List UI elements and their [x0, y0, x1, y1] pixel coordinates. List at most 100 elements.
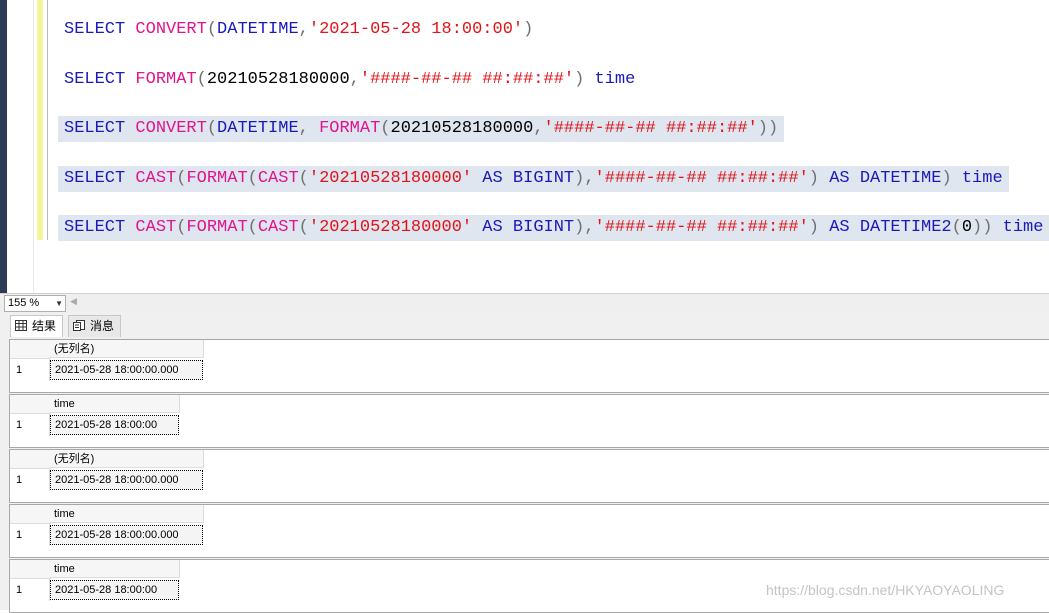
- grid-corner[interactable]: [10, 505, 51, 524]
- code-token: SELECT: [64, 70, 136, 89]
- code-token: '####-##-## ##:##:##': [359, 70, 575, 89]
- code-token: SELECT: [64, 119, 136, 138]
- code-token: AS: [829, 169, 860, 188]
- code-token: CONVERT: [135, 119, 207, 138]
- grid-corner[interactable]: [10, 395, 51, 414]
- code-token: time: [594, 70, 636, 89]
- code-token: )): [757, 119, 779, 138]
- code-token: DATETIME: [217, 119, 299, 138]
- row-number[interactable]: 1: [10, 469, 50, 491]
- result-grid-1[interactable]: (无列名) 1 2021-05-28 18:00:00.000: [9, 339, 1049, 393]
- code-token: (: [247, 169, 258, 188]
- code-token: SELECT: [64, 218, 136, 237]
- code-token: )): [972, 218, 1003, 237]
- code-line[interactable]: SELECT CONVERT(DATETIME,'2021-05-28 18:0…: [58, 17, 539, 43]
- code-token: 20210528180000: [390, 119, 534, 138]
- code-token: (: [176, 218, 187, 237]
- result-cell[interactable]: 2021-05-28 18:00:00: [50, 415, 179, 435]
- code-token: (: [206, 119, 218, 138]
- result-grid-4[interactable]: time 1 2021-05-28 18:00:00.000: [9, 504, 1049, 558]
- code-token: AS: [829, 218, 860, 237]
- column-header[interactable]: (无列名): [50, 450, 204, 468]
- code-token: ): [574, 70, 595, 89]
- result-cell[interactable]: 2021-05-28 18:00:00: [50, 580, 179, 600]
- code-token: DATETIME: [859, 169, 942, 188]
- code-token: AS: [472, 218, 513, 237]
- row-number[interactable]: 1: [10, 524, 50, 546]
- column-header[interactable]: (无列名): [50, 340, 204, 358]
- code-token: ,: [298, 119, 320, 138]
- grid-corner[interactable]: [10, 450, 51, 469]
- code-token: FORMAT: [135, 70, 197, 89]
- code-token: (: [206, 20, 218, 39]
- code-token: CAST: [257, 169, 299, 188]
- row-number[interactable]: 1: [10, 579, 50, 601]
- result-cell[interactable]: 2021-05-28 18:00:00.000: [50, 525, 203, 545]
- code-token: ),: [574, 218, 595, 237]
- code-token: (: [196, 70, 207, 89]
- code-token: 20210528180000: [206, 70, 350, 89]
- grid-icon: [15, 320, 27, 332]
- code-token: SELECT: [64, 169, 136, 188]
- zoom-select[interactable]: 155 % ▼: [4, 295, 66, 312]
- code-token: CAST: [257, 218, 299, 237]
- code-token: CAST: [135, 169, 177, 188]
- code-token: (: [951, 218, 962, 237]
- code-token: ,: [533, 119, 544, 138]
- code-token: CAST: [135, 218, 177, 237]
- result-cell[interactable]: 2021-05-28 18:00:00.000: [50, 470, 203, 490]
- outline-line: [47, 0, 48, 240]
- code-token: 0: [961, 218, 973, 237]
- code-token: ): [941, 169, 962, 188]
- code-token: FORMAT: [186, 218, 248, 237]
- code-token: BIGINT: [512, 218, 575, 237]
- chevron-down-icon[interactable]: ▼: [55, 296, 63, 311]
- code-token: ): [523, 20, 534, 39]
- code-token: ),: [574, 169, 595, 188]
- code-token: '####-##-## ##:##:##': [543, 119, 758, 138]
- code-token: SELECT: [64, 20, 136, 39]
- code-line[interactable]: SELECT CONVERT(DATETIME, FORMAT(20210528…: [58, 116, 785, 142]
- code-token: ,: [349, 70, 360, 89]
- grid-corner[interactable]: [10, 340, 51, 359]
- column-header[interactable]: time: [50, 505, 204, 523]
- tab-messages[interactable]: 消息: [68, 315, 122, 337]
- results-pane: (无列名) 1 2021-05-28 18:00:00.000 time 1 2…: [0, 337, 1049, 613]
- editor-left-strip: [0, 0, 7, 293]
- code-token: ): [808, 169, 830, 188]
- result-cell[interactable]: 2021-05-28 18:00:00.000: [50, 360, 203, 380]
- code-line[interactable]: SELECT CAST(FORMAT(CAST('20210528180000'…: [58, 166, 1009, 192]
- code-token: ): [808, 218, 830, 237]
- code-token: FORMAT: [319, 119, 381, 138]
- tab-results[interactable]: 结果: [10, 315, 64, 338]
- code-token: (: [380, 119, 391, 138]
- query-editor[interactable]: SELECT CONVERT(DATETIME,'2021-05-28 18:0…: [0, 0, 1049, 293]
- code-line[interactable]: SELECT CAST(FORMAT(CAST('20210528180000'…: [58, 215, 1049, 241]
- code-token: '20210528180000': [308, 218, 473, 237]
- results-tab-strip: 结果 消息: [0, 312, 1049, 338]
- code-token: (: [247, 218, 258, 237]
- code-token: '20210528180000': [308, 169, 473, 188]
- editor-margin: [7, 0, 34, 293]
- zoom-value: 155 %: [8, 297, 40, 309]
- code-token: '2021-05-28 18:00:00': [308, 20, 524, 39]
- code-line[interactable]: SELECT FORMAT(20210528180000,'####-##-##…: [58, 67, 641, 93]
- result-grid-2[interactable]: time 1 2021-05-28 18:00:00: [9, 394, 1049, 448]
- code-token: DATETIME2: [859, 218, 952, 237]
- code-token: FORMAT: [186, 169, 248, 188]
- scroll-left-icon[interactable]: ◀: [70, 296, 77, 307]
- message-icon: [73, 320, 85, 332]
- result-grid-3[interactable]: (无列名) 1 2021-05-28 18:00:00.000: [9, 449, 1049, 503]
- column-header[interactable]: time: [50, 395, 180, 413]
- code-token: (: [298, 169, 309, 188]
- editor-status-bar: 155 % ▼ ◀: [0, 293, 1049, 313]
- code-token: BIGINT: [512, 169, 575, 188]
- column-header[interactable]: time: [50, 560, 180, 578]
- grid-corner[interactable]: [10, 560, 51, 579]
- code-token: CONVERT: [135, 20, 207, 39]
- code-token: ,: [298, 20, 309, 39]
- change-tracking-bar: [37, 0, 43, 240]
- watermark-text: https://blog.csdn.net/HKYAOYAOLING: [766, 582, 1005, 598]
- row-number[interactable]: 1: [10, 359, 50, 381]
- row-number[interactable]: 1: [10, 414, 50, 436]
